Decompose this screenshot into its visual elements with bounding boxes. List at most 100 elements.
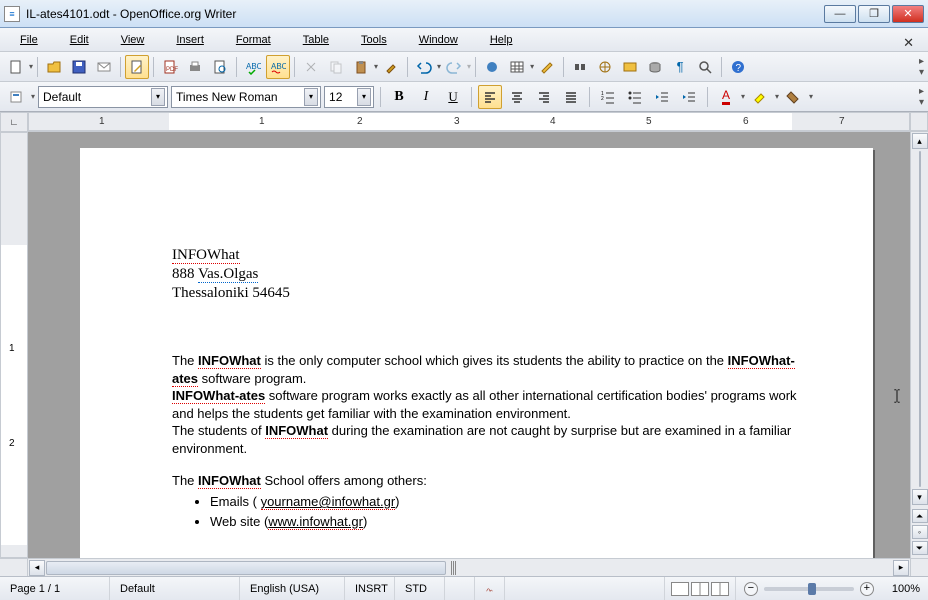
menu-tools[interactable]: Tools bbox=[345, 31, 403, 49]
background-color-button[interactable] bbox=[782, 85, 806, 109]
font-size-combo[interactable]: 12▾ bbox=[324, 86, 374, 108]
split-handle[interactable] bbox=[451, 561, 457, 575]
view-single-page-icon[interactable] bbox=[671, 582, 689, 596]
status-style[interactable]: Default bbox=[110, 577, 240, 600]
help-button[interactable]: ? bbox=[726, 55, 750, 79]
italic-button[interactable]: I bbox=[414, 85, 438, 109]
bullet-list-button[interactable] bbox=[623, 85, 647, 109]
redo-button[interactable] bbox=[442, 55, 466, 79]
styles-button[interactable] bbox=[4, 85, 28, 109]
nav-button[interactable]: ◦ bbox=[912, 525, 928, 539]
zoom-slider[interactable] bbox=[764, 587, 854, 591]
align-left-button[interactable] bbox=[478, 85, 502, 109]
view-book-icon[interactable] bbox=[711, 582, 729, 596]
auto-spellcheck-button[interactable]: ABC bbox=[266, 55, 290, 79]
menu-view[interactable]: View bbox=[105, 31, 161, 49]
hscroll-thumb[interactable] bbox=[46, 561, 446, 575]
menu-help[interactable]: Help bbox=[474, 31, 529, 49]
cut-button[interactable] bbox=[299, 55, 323, 79]
maximize-button[interactable]: ❐ bbox=[858, 5, 890, 23]
zoom-in-button[interactable]: + bbox=[860, 582, 874, 596]
copy-button[interactable] bbox=[324, 55, 348, 79]
document-text[interactable]: INFOWhat 888 Vas.Olgas Thessaloniki 5464… bbox=[172, 246, 812, 532]
window-title: IL-ates4101.odt - OpenOffice.org Writer bbox=[26, 7, 824, 21]
svg-text:PDF: PDF bbox=[166, 67, 178, 73]
status-selection-mode[interactable]: STD bbox=[395, 577, 445, 600]
scroll-left-button[interactable]: ◂ bbox=[29, 560, 45, 576]
menu-format[interactable]: Format bbox=[220, 31, 287, 49]
numbered-list-button[interactable]: 12 bbox=[596, 85, 620, 109]
close-document-button[interactable]: ✕ bbox=[895, 32, 922, 54]
undo-button[interactable] bbox=[412, 55, 436, 79]
bold-button[interactable]: B bbox=[387, 85, 411, 109]
gallery-button[interactable] bbox=[618, 55, 642, 79]
print-preview-button[interactable] bbox=[208, 55, 232, 79]
align-right-button[interactable] bbox=[532, 85, 556, 109]
email-button[interactable] bbox=[92, 55, 116, 79]
spellcheck-button[interactable]: ABC bbox=[241, 55, 265, 79]
open-button[interactable] bbox=[42, 55, 66, 79]
font-color-button[interactable]: A bbox=[714, 85, 738, 109]
find-button[interactable] bbox=[568, 55, 592, 79]
horizontal-ruler[interactable]: 1 1 2 3 4 5 6 7 bbox=[28, 112, 910, 131]
svg-text:ABC: ABC bbox=[271, 62, 286, 71]
status-language[interactable]: English (USA) bbox=[240, 577, 345, 600]
zoom-control: − + 100% bbox=[736, 582, 928, 596]
underline-button[interactable]: U bbox=[441, 85, 465, 109]
zoom-out-button[interactable]: − bbox=[744, 582, 758, 596]
svg-text:ABC: ABC bbox=[246, 62, 261, 71]
paste-button[interactable] bbox=[349, 55, 373, 79]
menu-table[interactable]: Table bbox=[287, 31, 345, 49]
menu-edit[interactable]: Edit bbox=[54, 31, 105, 49]
show-draw-button[interactable] bbox=[535, 55, 559, 79]
export-pdf-button[interactable]: PDF bbox=[158, 55, 182, 79]
data-sources-button[interactable] bbox=[643, 55, 667, 79]
justify-button[interactable] bbox=[559, 85, 583, 109]
scroll-up-button[interactable]: ▴ bbox=[912, 133, 928, 149]
view-multi-page-icon[interactable] bbox=[691, 582, 709, 596]
prev-page-button[interactable]: ⏶ bbox=[912, 509, 928, 523]
increase-indent-button[interactable] bbox=[677, 85, 701, 109]
svg-text:2: 2 bbox=[601, 96, 604, 102]
edit-file-button[interactable] bbox=[125, 55, 149, 79]
formatting-toolbar: ▾ Default▾ Times New Roman▾ 12▾ B I U 12… bbox=[0, 82, 928, 112]
zoom-button[interactable] bbox=[693, 55, 717, 79]
status-page[interactable]: Page 1 / 1 bbox=[0, 577, 110, 600]
minimize-button[interactable]: — bbox=[824, 5, 856, 23]
scroll-right-button[interactable]: ▸ bbox=[893, 560, 909, 576]
font-name-combo[interactable]: Times New Roman▾ bbox=[171, 86, 321, 108]
document-area: 1 2 INFOWhat 888 Vas.Olgas Thessaloniki … bbox=[0, 132, 928, 558]
status-signature[interactable] bbox=[475, 577, 505, 600]
scroll-down-button[interactable]: ▾ bbox=[912, 489, 928, 505]
align-center-button[interactable] bbox=[505, 85, 529, 109]
vertical-ruler[interactable]: 1 2 bbox=[0, 132, 28, 558]
formatting-overflow-button[interactable]: ▸▾ bbox=[919, 86, 924, 108]
save-button[interactable] bbox=[67, 55, 91, 79]
ruler-corner: ∟ bbox=[0, 112, 28, 132]
table-button[interactable] bbox=[505, 55, 529, 79]
status-bar: Page 1 / 1 Default English (USA) INSRT S… bbox=[0, 576, 928, 600]
menu-window[interactable]: Window bbox=[403, 31, 474, 49]
page[interactable]: INFOWhat 888 Vas.Olgas Thessaloniki 5464… bbox=[80, 148, 873, 558]
format-paintbrush-button[interactable] bbox=[379, 55, 403, 79]
zoom-value[interactable]: 100% bbox=[892, 583, 920, 595]
decrease-indent-button[interactable] bbox=[650, 85, 674, 109]
vertical-scrollbar[interactable]: ▴ ▾ ⏶ ◦ ⏷ bbox=[910, 132, 928, 558]
paragraph-style-combo[interactable]: Default▾ bbox=[38, 86, 168, 108]
new-button[interactable] bbox=[4, 55, 28, 79]
print-button[interactable] bbox=[183, 55, 207, 79]
view-layout-icons bbox=[664, 577, 736, 600]
navigator-button[interactable] bbox=[593, 55, 617, 79]
horizontal-scrollbar[interactable]: ◂ ▸ bbox=[28, 559, 910, 577]
toolbar-overflow-button[interactable]: ▸▾ bbox=[919, 56, 924, 78]
highlight-button[interactable] bbox=[748, 85, 772, 109]
next-page-button[interactable]: ⏷ bbox=[912, 541, 928, 555]
status-insert-mode[interactable]: INSRT bbox=[345, 577, 395, 600]
menu-insert[interactable]: Insert bbox=[160, 31, 220, 49]
status-modified bbox=[445, 577, 475, 600]
menu-file[interactable]: File bbox=[4, 31, 54, 49]
close-button[interactable]: ✕ bbox=[892, 5, 924, 23]
hyperlink-button[interactable] bbox=[480, 55, 504, 79]
vscroll-thumb[interactable] bbox=[919, 151, 921, 487]
nonprinting-chars-button[interactable]: ¶ bbox=[668, 55, 692, 79]
